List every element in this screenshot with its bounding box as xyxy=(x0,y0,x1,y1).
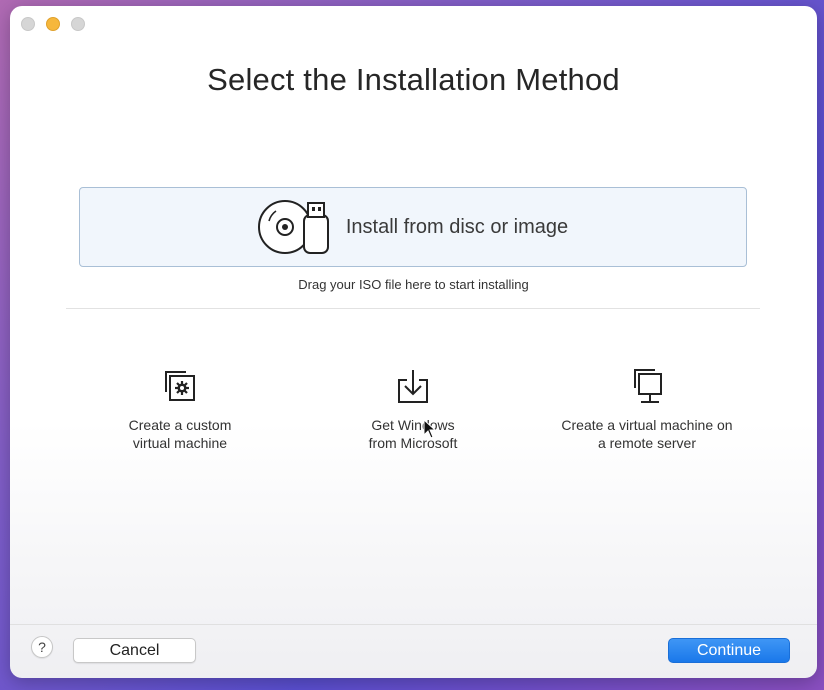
cancel-button[interactable]: Cancel xyxy=(73,638,196,663)
page-title: Select the Installation Method xyxy=(207,62,620,97)
dropzone-label: Install from disc or image xyxy=(345,215,569,238)
window-controls xyxy=(21,17,85,31)
disc-usb-icon xyxy=(257,197,334,257)
dropzone-hint: Drag your ISO file here to start install… xyxy=(298,277,529,292)
option-label-line2: a remote server xyxy=(597,435,697,451)
option-label-line1: Create a virtual machine on xyxy=(561,417,733,433)
installation-window: Select the Installation Method Install f… xyxy=(10,6,817,678)
close-window-button[interactable] xyxy=(21,17,35,31)
option-label-line1: Get Windows xyxy=(371,417,455,433)
option-label-line2: from Microsoft xyxy=(368,435,458,451)
section-divider xyxy=(66,308,760,309)
remote-server-icon xyxy=(627,366,667,406)
remote-server-option[interactable]: Create a virtual machine on a remote ser… xyxy=(537,366,757,452)
continue-button[interactable]: Continue xyxy=(668,638,790,663)
install-from-disc-dropzone[interactable]: Install from disc or image xyxy=(79,187,747,267)
option-label-line1: Create a custom xyxy=(128,417,232,433)
custom-vm-icon xyxy=(160,366,200,406)
mouse-cursor-icon xyxy=(423,419,437,439)
minimize-window-button[interactable] xyxy=(46,17,60,31)
get-windows-option[interactable]: Get Windows from Microsoft xyxy=(303,366,523,452)
create-custom-vm-option[interactable]: Create a custom virtual machine xyxy=(70,366,290,452)
help-button[interactable]: ? xyxy=(31,636,53,658)
option-label-line2: virtual machine xyxy=(132,435,228,451)
download-icon xyxy=(393,366,433,406)
footer-divider xyxy=(10,624,817,625)
zoom-window-button[interactable] xyxy=(71,17,85,31)
